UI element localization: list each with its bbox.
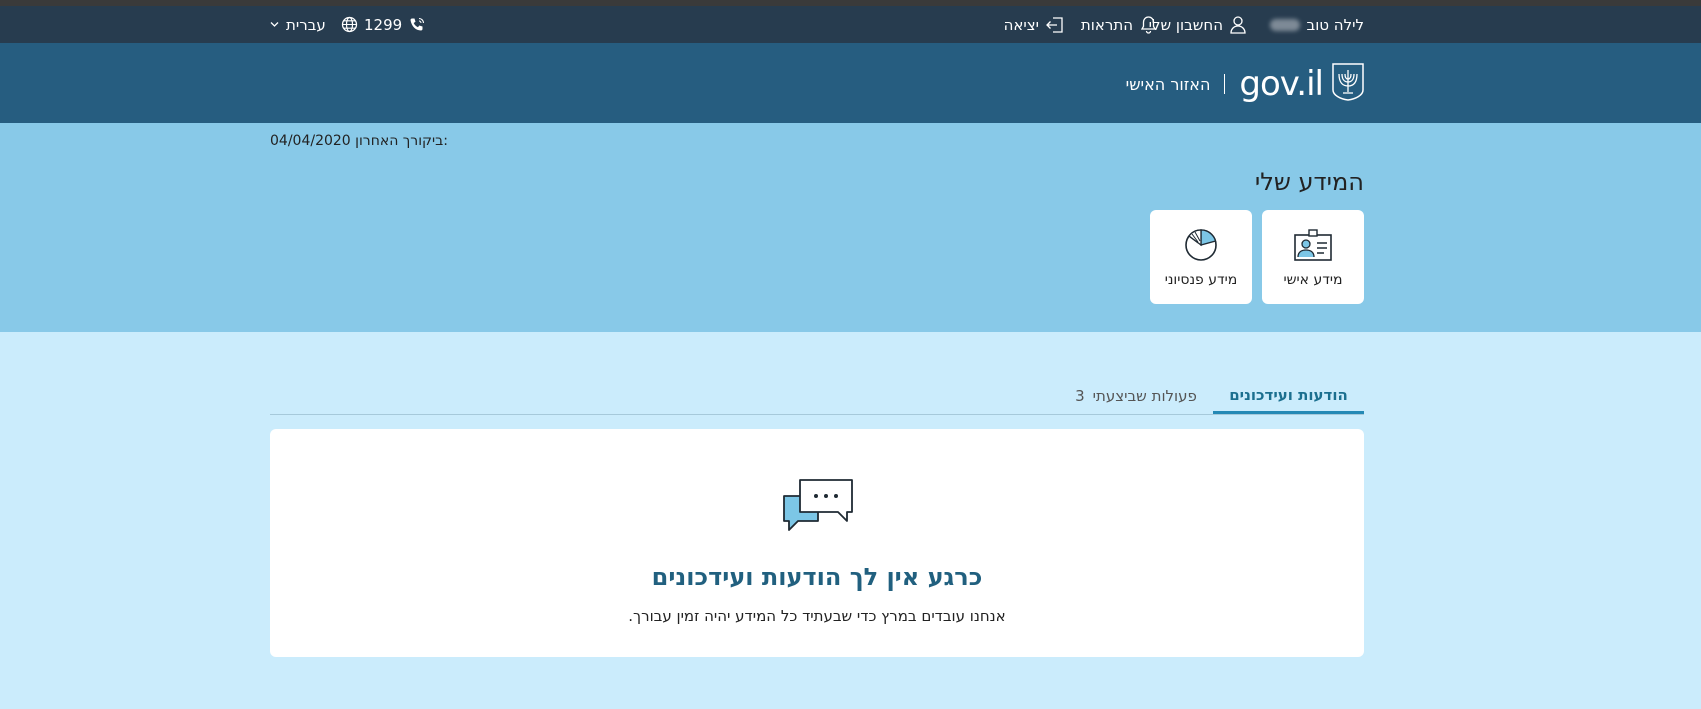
tab-my-actions[interactable]: פעולות שביצעתי 3 bbox=[1066, 378, 1206, 414]
logout-icon bbox=[1046, 16, 1064, 34]
personal-area-label: האזור האישי bbox=[1125, 74, 1211, 94]
card-label: מידע אישי bbox=[1283, 272, 1343, 288]
top-bar: לילה טוב החשבון שלי התראות יציאה 1299 עב… bbox=[0, 6, 1701, 43]
phone-link[interactable]: 1299 bbox=[364, 6, 425, 43]
id-card-icon bbox=[1294, 228, 1332, 262]
phone-number: 1299 bbox=[364, 15, 403, 34]
pie-chart-icon bbox=[1184, 228, 1218, 262]
phone-icon bbox=[409, 17, 425, 33]
last-visit: 04/04/2020 ביקורך האחרון: bbox=[270, 133, 448, 149]
logout-label: יציאה bbox=[1003, 15, 1039, 34]
language-label: עברית bbox=[286, 15, 326, 34]
my-account-link[interactable]: החשבון שלי bbox=[1149, 6, 1246, 43]
alerts-link[interactable]: התראות bbox=[1081, 6, 1157, 43]
chat-bubbles-icon bbox=[781, 477, 855, 539]
last-visit-date: 04/04/2020 bbox=[270, 133, 351, 149]
blurred-user-name bbox=[1269, 18, 1300, 31]
bell-icon bbox=[1140, 15, 1157, 34]
site-brand[interactable]: gov.il האזור האישי bbox=[1126, 62, 1365, 106]
tab-count: 3 bbox=[1075, 387, 1085, 405]
card-pension-info[interactable]: מידע פנסיוני bbox=[1150, 210, 1252, 304]
gov-il-logo: gov.il bbox=[1239, 64, 1324, 104]
empty-state-subtitle: אנחנו עובדים במרץ כדי שבעתיד כל המידע יה… bbox=[628, 607, 1006, 625]
logout-link[interactable]: יציאה bbox=[1004, 6, 1064, 43]
my-account-label: החשבון שלי bbox=[1148, 15, 1223, 34]
language-selector[interactable]: עברית bbox=[270, 6, 358, 43]
tab-messages-updates[interactable]: הודעות ועידכונים bbox=[1213, 378, 1364, 414]
tabs-divider bbox=[270, 414, 1364, 415]
tab-label: פעולות שביצעתי bbox=[1092, 387, 1197, 405]
empty-state-title: כרגע אין לך הודעות ועידכונים bbox=[651, 563, 983, 591]
alerts-label: התראות bbox=[1080, 15, 1133, 34]
user-icon bbox=[1230, 15, 1246, 34]
hero-section: 04/04/2020 ביקורך האחרון: המידע שלי מידע… bbox=[0, 123, 1701, 332]
tab-label: הודעות ועידכונים bbox=[1229, 385, 1348, 404]
greeting-text: לילה טוב bbox=[1306, 15, 1364, 34]
card-personal-info[interactable]: מידע אישי bbox=[1262, 210, 1364, 304]
page-title: המידע שלי bbox=[1254, 168, 1364, 196]
globe-icon bbox=[341, 16, 358, 33]
messages-panel: כרגע אין לך הודעות ועידכונים אנחנו עובדי… bbox=[270, 429, 1364, 657]
card-label: מידע פנסיוני bbox=[1164, 272, 1238, 288]
last-visit-label: ביקורך האחרון: bbox=[355, 133, 448, 149]
chevron-down-icon bbox=[270, 21, 279, 28]
header-nav: gov.il האזור האישי bbox=[0, 43, 1701, 123]
state-emblem-icon bbox=[1331, 62, 1365, 106]
brand-divider bbox=[1224, 74, 1226, 94]
greeting: לילה טוב bbox=[1269, 6, 1364, 43]
